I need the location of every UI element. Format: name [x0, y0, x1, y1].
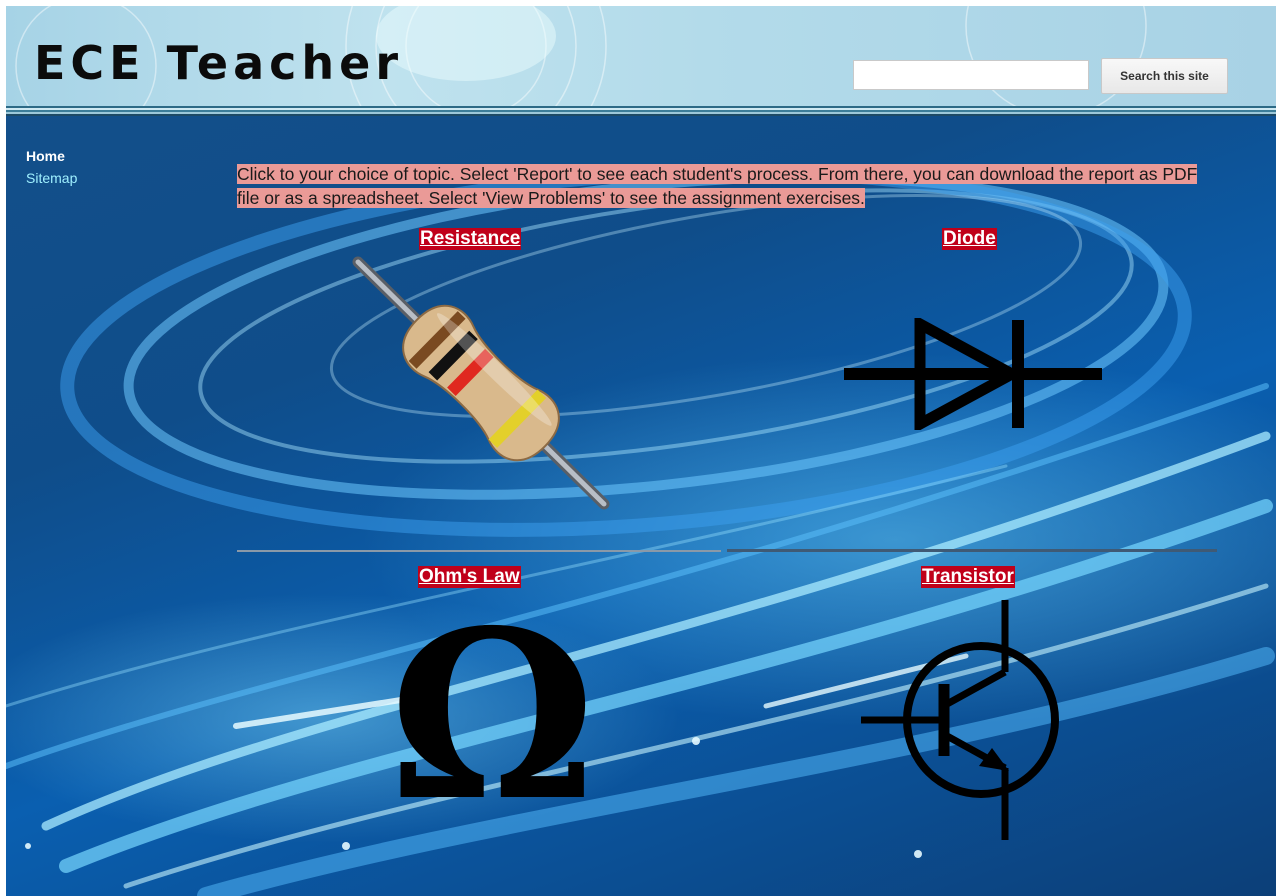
intro-text-content: Click to your choice of topic. Select 'R…: [237, 164, 1198, 208]
site-header: ECE Teacher Search this site: [6, 6, 1276, 108]
header-divider: [6, 106, 1276, 116]
search-input[interactable]: [853, 60, 1089, 90]
diode-symbol-icon[interactable]: [844, 318, 1104, 430]
sidebar-item-home[interactable]: Home: [26, 145, 77, 167]
sidebar-nav: Home Sitemap: [26, 145, 77, 189]
page-frame: ECE Teacher Search this site Home Sitema…: [6, 6, 1276, 896]
sidebar-item-sitemap[interactable]: Sitemap: [26, 167, 77, 189]
site-title[interactable]: ECE Teacher: [34, 36, 403, 90]
section-divider-right: [727, 549, 1217, 552]
topic-link-transistor[interactable]: Transistor: [921, 566, 1015, 588]
topic-link-resistance[interactable]: Resistance: [419, 228, 522, 250]
section-divider-left: [237, 550, 721, 552]
transistor-symbol-icon[interactable]: [861, 600, 1061, 840]
background-swirl-art: [6, 165, 1275, 896]
omega-icon[interactable]: Ω: [389, 600, 596, 832]
resistor-icon[interactable]: [336, 248, 626, 518]
search-button[interactable]: Search this site: [1101, 58, 1228, 94]
intro-text: Click to your choice of topic. Select 'R…: [237, 162, 1207, 210]
topic-link-diode[interactable]: Diode: [942, 228, 997, 250]
